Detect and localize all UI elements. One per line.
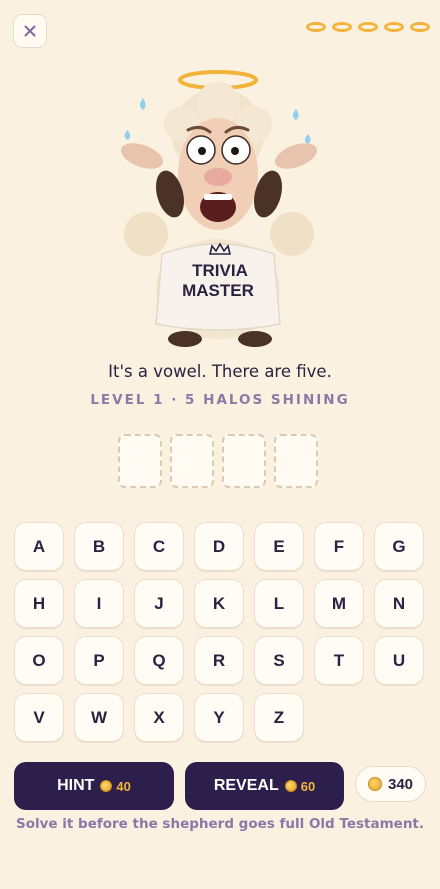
key-i[interactable]: I [74, 579, 124, 628]
key-w[interactable]: W [74, 693, 124, 742]
key-h[interactable]: H [14, 579, 64, 628]
letter-keyboard: A B C D E F G H I J K L M N O P Q R S T … [14, 522, 426, 750]
key-x[interactable]: X [134, 693, 184, 742]
key-p[interactable]: P [74, 636, 124, 685]
answer-slot[interactable] [274, 434, 318, 488]
answer-slot[interactable] [170, 434, 214, 488]
keyboard-row: A B C D E F G [14, 522, 426, 571]
hint-label: HINT [57, 777, 95, 794]
clue-text: It's a vowel. There are five. [108, 362, 332, 381]
key-m[interactable]: M [314, 579, 364, 628]
hint-cost: 40 [100, 778, 131, 794]
keyboard-row: H I J K L M N [14, 579, 426, 628]
key-j[interactable]: J [134, 579, 184, 628]
key-n[interactable]: N [374, 579, 424, 628]
key-f[interactable]: F [314, 522, 364, 571]
answer-slot[interactable] [118, 434, 162, 488]
reveal-label: REVEAL [213, 777, 279, 794]
coin-icon [284, 780, 297, 792]
halo-icon [384, 22, 404, 32]
reveal-button[interactable]: REVEAL 60 [185, 762, 344, 810]
coin-icon [100, 780, 113, 792]
coin-balance: 340 [355, 766, 426, 802]
halo-icon [358, 22, 378, 32]
key-d[interactable]: D [194, 522, 244, 571]
svg-text:TRIVIA: TRIVIA [192, 261, 248, 280]
key-v[interactable]: V [14, 693, 64, 742]
footer-tagline: Solve it before the shepherd goes full O… [15, 816, 425, 832]
key-e[interactable]: E [254, 522, 304, 571]
level-status: LEVEL 1 · 5 HALOS SHINING [90, 392, 350, 408]
halo-icon [410, 22, 430, 32]
answer-slot[interactable] [222, 434, 266, 488]
key-g[interactable]: G [374, 522, 424, 571]
key-y[interactable]: Y [194, 693, 244, 742]
key-s[interactable]: S [254, 636, 304, 685]
keyboard-row: O P Q R S T U [14, 636, 426, 685]
key-o[interactable]: O [14, 636, 64, 685]
answer-slots [118, 434, 318, 488]
sheep-illustration: TRIVIA MASTER [120, 70, 318, 347]
halo-icon [332, 22, 352, 32]
key-l[interactable]: L [254, 579, 304, 628]
top-bar [0, 0, 440, 64]
key-b[interactable]: B [74, 522, 124, 571]
coin-icon [367, 777, 382, 791]
keyboard-row: V W X Y Z [14, 693, 426, 742]
key-a[interactable]: A [14, 522, 64, 571]
key-z[interactable]: Z [254, 693, 304, 742]
close-button[interactable] [13, 14, 47, 48]
action-bar: HINT 40 REVEAL 60 340 [14, 762, 426, 810]
svg-text:MASTER: MASTER [182, 281, 254, 300]
halo-icon [306, 22, 326, 32]
key-r[interactable]: R [194, 636, 244, 685]
close-icon [24, 25, 36, 37]
halo-lives [306, 22, 430, 32]
key-u[interactable]: U [374, 636, 424, 685]
key-t[interactable]: T [314, 636, 364, 685]
reveal-cost-value: 60 [300, 778, 316, 794]
key-q[interactable]: Q [134, 636, 184, 685]
reveal-cost: 60 [284, 778, 316, 794]
hint-cost-value: 40 [116, 778, 131, 794]
key-c[interactable]: C [134, 522, 184, 571]
coin-balance-value: 340 [387, 775, 414, 793]
hint-button[interactable]: HINT 40 [14, 762, 174, 810]
key-k[interactable]: K [194, 579, 244, 628]
